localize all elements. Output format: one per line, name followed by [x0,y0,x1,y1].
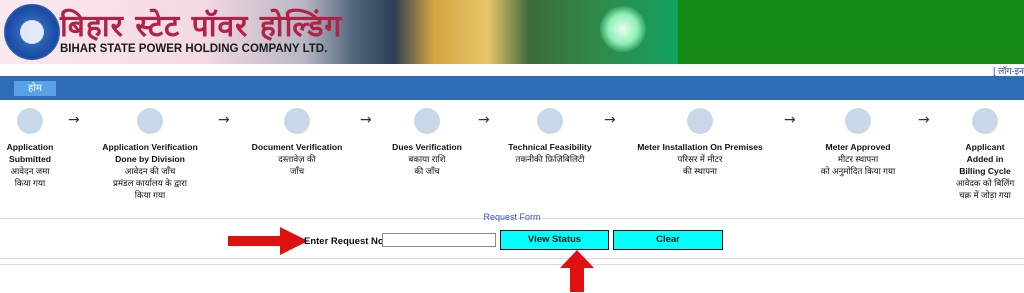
company-title-hindi: बिहार स्टेट पॉवर होल्डिंग [60,9,343,44]
step-label-hindi: प्रमंडल कार्यालय के द्वारा [113,178,187,188]
step-item: Meter Installation On Premises परिसर में … [635,108,765,177]
step-label-english: Application [6,142,54,152]
request-form-title: Request Form [483,212,541,222]
arrow-right-icon: → [604,112,616,128]
step-label-english: Application Verification [102,142,198,152]
step-label-hindi: आवेदन की जाँच [124,166,176,176]
arrow-right-icon: → [360,112,372,128]
step-status-circle [284,108,310,134]
step-label-hindi: की स्थापना [683,166,717,176]
step-label-hindi: दस्तावेज़ की [278,154,316,164]
step-item: Application Submitted आवेदन जमा किया गया [0,108,95,189]
view-status-button[interactable]: View Status [500,230,609,250]
step-label-hindi: की जाँच [414,166,440,176]
step-item: Applicant Added in Billing Cycle आवेदक को ब… [920,108,1024,201]
step-label-english: Technical Feasibility [508,142,592,152]
arrow-right-icon: → [218,112,230,128]
request-number-input[interactable] [382,233,496,247]
step-status-circle [687,108,713,134]
step-label-english: Done by Division [115,154,185,164]
bulb-icon [600,6,646,52]
annotation-arrow-right-icon [228,227,308,255]
step-label-english: Added in [966,154,1004,164]
step-item: Application Verification Done by Division… [85,108,215,201]
step-label-hindi: किया गया [14,178,46,188]
step-status-circle [414,108,440,134]
step-item: Meter Approved मीटर स्थापना को अनुमोदित कि… [793,108,923,177]
step-status-circle [537,108,563,134]
company-logo [4,4,60,60]
arrow-right-icon: → [918,112,930,128]
step-status-circle [972,108,998,134]
home-tab[interactable]: होम [14,81,56,96]
step-label-hindi: को अनुमोदित किया गया [820,166,896,176]
logo-emblem [20,20,44,44]
step-label-english: Meter Approved [825,142,891,152]
step-status-circle [137,108,163,134]
step-status-circle [845,108,871,134]
company-title-english: BIHAR STATE POWER HOLDING COMPANY LTD. [60,43,328,55]
step-label-hindi: तकनीकी फ़िज़िबिलिटी [515,154,585,164]
step-label-hindi: परिसर में मीटर [677,154,723,164]
nav-bar [0,76,1024,100]
step-label-english: Billing Cycle [959,166,1011,176]
arrow-right-icon: → [784,112,796,128]
header-banner-image: बिहार स्टेट पॉवर होल्डिंग BIHAR STATE PO… [0,0,678,64]
divider [0,264,1024,265]
arrow-right-icon: → [68,112,80,128]
step-label-hindi: आवेदन जमा [10,166,50,176]
step-status-circle [17,108,43,134]
step-label-english: Document Verification [251,142,343,152]
step-label-english: Meter Installation On Premises [637,142,763,152]
clear-button[interactable]: Clear [613,230,723,250]
step-label-hindi: किया गया [134,190,166,200]
step-item: Technical Feasibility तकनीकी फ़िज़िबिलिटी [485,108,615,165]
annotation-arrow-up-icon [560,250,594,292]
step-label-hindi: आवेदक को बिलिंग [955,178,1015,188]
step-label-hindi: चक्र में जोड़ा गया [959,190,1011,200]
step-label-english: Submitted [8,154,51,164]
arrow-right-icon: → [478,112,490,128]
request-number-label: Enter Request No: [304,236,387,247]
divider [0,258,1024,259]
step-label-hindi: जाँच [289,166,305,176]
step-item: Dues Verification बकाया राशि की जाँच [362,108,492,177]
step-label-hindi: बकाया राशि [408,154,446,164]
step-label-english: Applicant [965,142,1005,152]
step-label-english: Dues Verification [392,142,462,152]
step-label-hindi: मीटर स्थापना [837,154,879,164]
step-item: Document Verification दस्तावेज़ की जाँच [232,108,362,177]
